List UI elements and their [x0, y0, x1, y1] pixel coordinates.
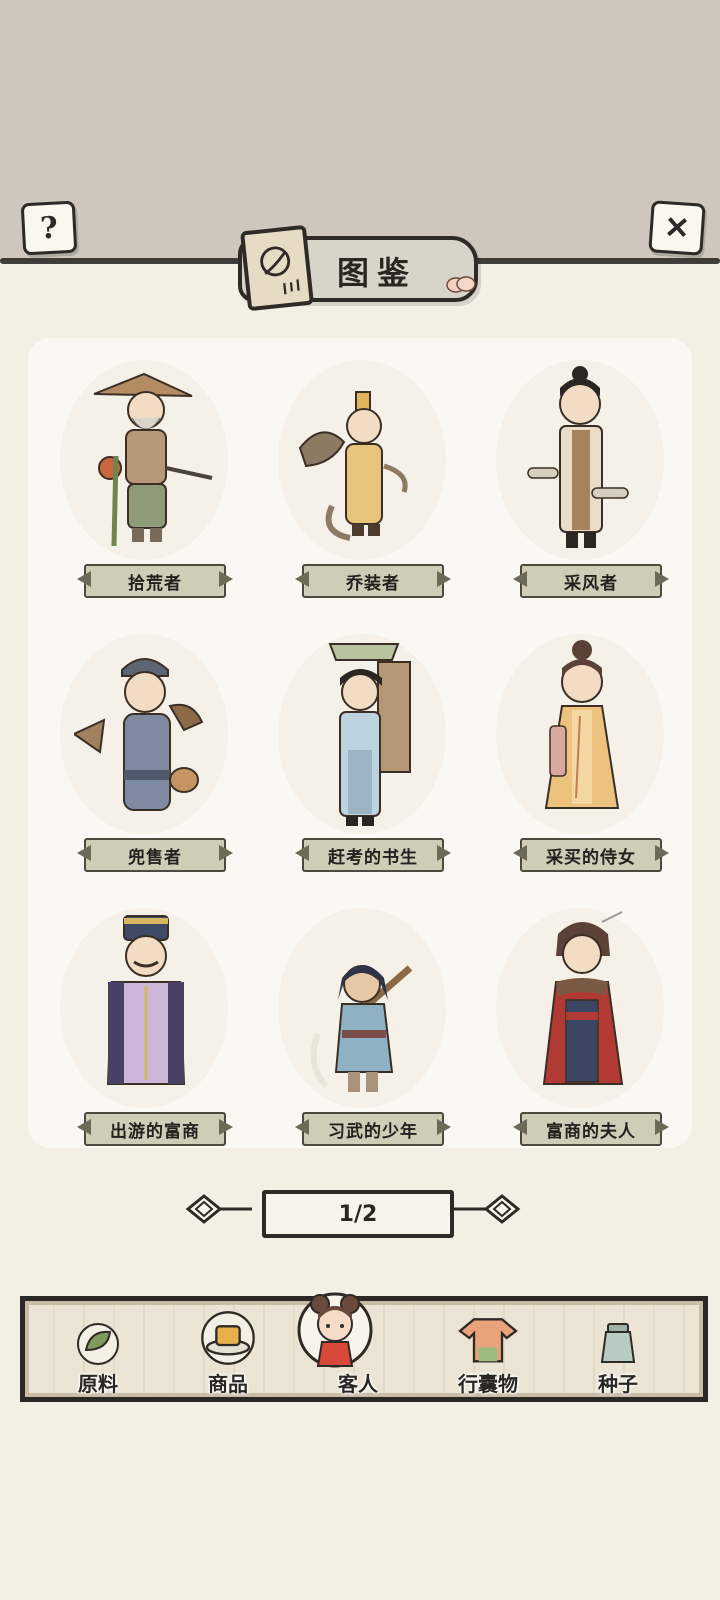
character-name: 出游的富商 [84, 1112, 226, 1146]
guest-girl-icon [297, 1292, 373, 1368]
leaf-icon [77, 1323, 119, 1365]
character-name: 兜售者 [84, 838, 226, 872]
help-icon: ? [39, 210, 59, 246]
tab-goods[interactable]: 商品 [173, 1301, 283, 1397]
seed-jar-icon [600, 1323, 636, 1363]
character-name: 富商的夫人 [520, 1112, 662, 1146]
character-name: 采风者 [520, 564, 662, 598]
character-card-scholar[interactable]: 赶考的书生 [268, 620, 456, 872]
tab-seeds[interactable]: 种子 [563, 1301, 673, 1397]
close-button[interactable]: ✕ [648, 200, 706, 256]
character-card-disguised[interactable]: 乔装者 [268, 346, 456, 598]
page-title: 图鉴 [337, 254, 418, 292]
character-name: 赶考的书生 [302, 838, 444, 872]
tofu-plate-icon [201, 1311, 255, 1365]
character-card-maid[interactable]: 采买的侍女 [486, 620, 674, 872]
merchant-portrait [106, 915, 186, 1085]
disguised-portrait [298, 391, 408, 541]
tab-label: 商品 [208, 1372, 248, 1396]
character-card-balladeer[interactable]: 采风者 [486, 346, 674, 598]
merchant-wife-portrait [542, 911, 624, 1085]
scavenger-portrait [93, 372, 213, 547]
character-grid: 拾荒者 乔装者 采风者 兜售者 赶考的书生 采买的侍女 出游的富商 习武的少年 … [28, 338, 692, 1148]
character-card-scavenger[interactable]: 拾荒者 [50, 346, 238, 598]
next-page-button[interactable] [452, 1192, 522, 1226]
tab-label: 原料 [78, 1372, 118, 1396]
tab-label: 客人 [338, 1372, 378, 1396]
character-name: 习武的少年 [302, 1112, 444, 1146]
scholar-portrait [328, 643, 411, 826]
help-button[interactable]: ? [20, 200, 78, 256]
maid-portrait [544, 640, 620, 809]
character-name: 乔装者 [302, 564, 444, 598]
balladeer-portrait [527, 366, 629, 548]
top-backdrop [0, 0, 720, 262]
robe-icon [458, 1318, 518, 1363]
tab-inventory[interactable]: 行囊物 [433, 1301, 543, 1397]
prev-page-button[interactable] [184, 1192, 254, 1226]
character-card-merchant-wife[interactable]: 富商的夫人 [486, 894, 674, 1146]
tab-label: 行囊物 [458, 1372, 518, 1396]
character-name: 采买的侍女 [520, 838, 662, 872]
tab-label: 种子 [598, 1372, 638, 1396]
character-card-merchant[interactable]: 出游的富商 [50, 894, 238, 1146]
page-indicator: 1/2 [262, 1190, 454, 1238]
close-icon: ✕ [663, 209, 691, 247]
character-name: 拾荒者 [84, 564, 226, 598]
peddler-portrait [74, 658, 204, 811]
character-card-peddler[interactable]: 兜售者 [50, 620, 238, 872]
character-card-martial-youth[interactable]: 习武的少年 [268, 894, 456, 1146]
cloud-flower-icon [446, 276, 476, 293]
martial-youth-portrait [310, 965, 413, 1092]
codex-book-icon [239, 224, 315, 312]
tab-materials[interactable]: 原料 [43, 1301, 153, 1397]
